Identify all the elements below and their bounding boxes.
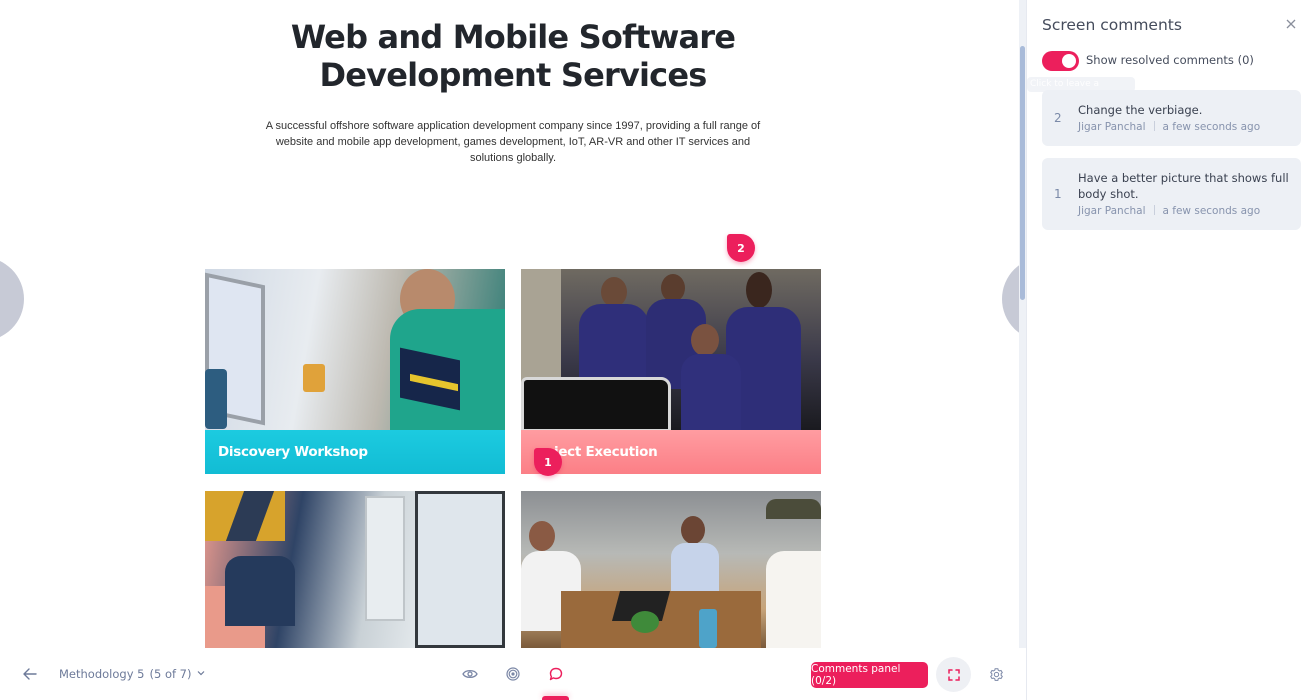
comment-meta: Jigar Panchal a few seconds ago: [1078, 121, 1260, 133]
comment-pin-1[interactable]: 1: [534, 448, 562, 476]
comment-item[interactable]: 2 Change the verbiage. Jigar Panchal a fe…: [1042, 90, 1301, 146]
comment-icon: [549, 667, 563, 681]
comment-time: a few seconds ago: [1162, 121, 1261, 133]
gear-icon: [989, 667, 1003, 681]
comments-panel: Screen comments Show resolved comments (…: [1026, 0, 1316, 700]
monitor-shape: [521, 377, 671, 430]
arrow-left-icon: [23, 668, 37, 680]
service-card-project-execution: ject Execution: [521, 269, 821, 474]
panel-title: Screen comments: [1042, 16, 1182, 34]
bottle-shape: [205, 369, 227, 429]
meeting-table-photo: [521, 491, 821, 648]
hero-subtitle: A successful offshore software applicati…: [265, 120, 761, 164]
screen-preview[interactable]: Web and Mobile Software Development Serv…: [0, 0, 1022, 648]
person-body: [671, 543, 719, 598]
screen-selector[interactable]: Methodology 5 (5 of 7): [59, 664, 205, 684]
chevron-down-icon: [197, 669, 205, 679]
service-card-3: [205, 491, 505, 648]
imac-shape: [365, 496, 405, 621]
person-body: [766, 551, 821, 648]
person-head: [746, 272, 772, 308]
close-icon[interactable]: [1283, 14, 1299, 34]
comment-meta: Jigar Panchal a few seconds ago: [1078, 205, 1260, 217]
pencil-holder-shape: [303, 364, 325, 392]
blinds-shape: [521, 269, 561, 389]
service-card-discovery-workshop: Discovery Workshop: [205, 269, 505, 474]
screen-position: (5 of 7): [149, 667, 192, 681]
card-caption: Discovery Workshop: [205, 430, 505, 474]
cap-shape: [766, 499, 821, 519]
toggle-knob: [1062, 54, 1076, 68]
person-head: [681, 516, 705, 544]
meta-divider: [1153, 121, 1155, 131]
screen-name: Methodology 5: [59, 667, 145, 681]
show-resolved-label: Show resolved comments (0): [1086, 53, 1254, 67]
comment-text: Have a better picture that shows full bo…: [1078, 171, 1289, 201]
back-button[interactable]: [18, 664, 42, 684]
comment-pin-2[interactable]: 2: [727, 234, 755, 262]
service-card-4: [521, 491, 821, 648]
card-caption: ject Execution: [521, 430, 821, 474]
comment-number: 1: [1054, 187, 1062, 201]
comment-mode-button[interactable]: [546, 664, 566, 684]
comment-number: 2: [1054, 111, 1062, 125]
show-resolved-toggle[interactable]: [1042, 51, 1079, 71]
meta-divider: [1153, 205, 1155, 215]
person-head: [601, 277, 627, 307]
hero-title-line-2: Development Services: [319, 56, 707, 94]
team-around-monitor-photo: [521, 269, 821, 430]
developer-at-desk-photo: [205, 269, 505, 430]
eye-icon: [462, 669, 478, 679]
blue-shirt-shape: [225, 556, 295, 626]
person-head: [691, 324, 719, 356]
imac-shape: [415, 491, 505, 648]
person-head: [529, 521, 555, 551]
person-body: [681, 354, 741, 430]
fullscreen-button[interactable]: [936, 657, 971, 692]
scrollbar-thumb[interactable]: [1020, 46, 1025, 300]
settings-button[interactable]: [986, 664, 1006, 684]
fullscreen-icon: [947, 668, 960, 681]
preview-mode-button[interactable]: [460, 664, 480, 684]
person-head: [661, 274, 685, 302]
comment-author: Jigar Panchal: [1078, 121, 1146, 133]
comments-panel-button[interactable]: Comments panel (0/2): [811, 662, 928, 688]
prototype-viewer: Web and Mobile Software Development Serv…: [0, 0, 1316, 700]
comment-author: Jigar Panchal: [1078, 205, 1146, 217]
bottle-shape: [699, 609, 717, 648]
hero-title-line-1: Web and Mobile Software: [290, 18, 736, 56]
comment-item[interactable]: 1 Have a better picture that shows full …: [1042, 158, 1301, 230]
hotspot-mode-button[interactable]: [503, 664, 523, 684]
comment-text: Change the verbiage.: [1078, 103, 1203, 117]
hero-title: Web and Mobile Software Development Serv…: [0, 18, 1022, 94]
target-icon: [506, 667, 520, 681]
comment-time: a few seconds ago: [1162, 205, 1261, 217]
developers-row-of-imacs-photo: [205, 491, 505, 648]
active-mode-indicator: [542, 696, 569, 700]
bottom-toolbar: Methodology 5 (5 of 7) Comments panel (0…: [0, 648, 1026, 700]
plant-shape: [631, 611, 659, 633]
previous-screen-arrow[interactable]: [0, 257, 24, 341]
